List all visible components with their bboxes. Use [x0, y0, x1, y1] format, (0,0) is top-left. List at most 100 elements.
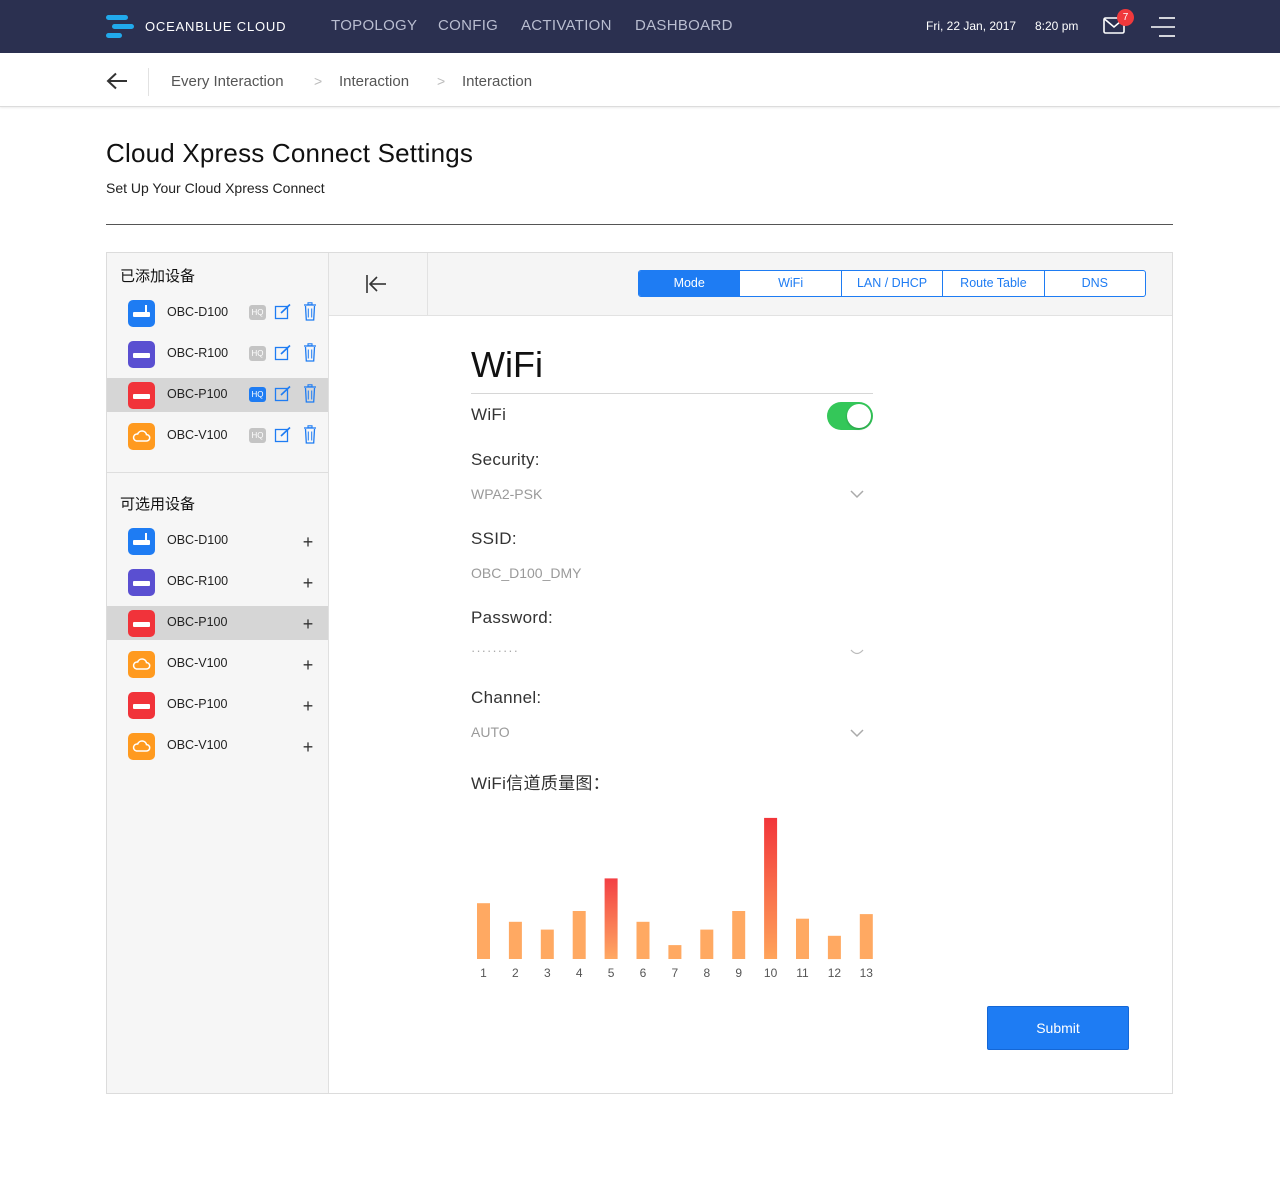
- chart-tick-label: 7: [672, 966, 679, 980]
- nav-tab-topology[interactable]: TOPOLOGY: [331, 17, 417, 34]
- trash-icon[interactable]: [303, 384, 317, 403]
- chart-tick-label: 13: [860, 966, 874, 980]
- edit-icon[interactable]: [274, 426, 292, 444]
- notification-badge[interactable]: 7: [1117, 9, 1134, 26]
- added-device-item[interactable]: OBC-P100 HQ: [107, 378, 328, 412]
- page-subtitle: Set Up Your Cloud Xpress Connect: [106, 180, 325, 196]
- submit-button[interactable]: Submit: [987, 1006, 1129, 1050]
- chart-tick-label: 6: [640, 966, 647, 980]
- chart-bar: [700, 929, 714, 959]
- tab-route-table[interactable]: Route Table: [942, 271, 1043, 296]
- available-device-item[interactable]: OBC-P100 +: [107, 688, 328, 722]
- hq-badge[interactable]: HQ: [249, 305, 266, 320]
- added-device-item[interactable]: OBC-V100 HQ: [107, 419, 328, 453]
- edit-icon[interactable]: [274, 344, 292, 362]
- current-date: Fri, 22 Jan, 2017: [926, 19, 1017, 33]
- chart-tick-label: 5: [608, 966, 615, 980]
- available-device-item[interactable]: OBC-R100 +: [107, 565, 328, 599]
- device-name: OBC-R100: [167, 574, 229, 588]
- breadcrumb-item-3[interactable]: Interaction: [462, 73, 532, 90]
- added-device-item[interactable]: OBC-R100 HQ: [107, 337, 328, 371]
- chart-tick-label: 12: [828, 966, 842, 980]
- ssid-input[interactable]: OBC_D100_DMY: [471, 565, 582, 581]
- cloud-icon: [128, 423, 155, 450]
- chevron-down-icon[interactable]: [850, 490, 864, 499]
- device-name: OBC-P100: [167, 697, 228, 711]
- menu-icon[interactable]: [1151, 16, 1175, 38]
- oceanblue-logo-icon[interactable]: [106, 15, 134, 39]
- nav-tab-dashboard[interactable]: DASHBOARD: [635, 17, 733, 34]
- nav-tab-config[interactable]: CONFIG: [438, 17, 498, 34]
- tab-lan-dhcp[interactable]: LAN / DHCP: [840, 271, 942, 296]
- added-devices-heading: 已添加设备: [120, 268, 196, 285]
- trash-icon[interactable]: [303, 425, 317, 444]
- firewall-icon: [128, 610, 155, 637]
- chart-bar: [636, 921, 650, 959]
- breadcrumb-separator-icon: >: [314, 73, 323, 89]
- breadcrumb-item-1[interactable]: Every Interaction: [171, 73, 284, 90]
- channel-label: Channel:: [471, 688, 542, 707]
- chart-tick-label: 11: [796, 966, 809, 980]
- firewall-icon: [128, 382, 155, 409]
- form-title: WiFi: [471, 344, 543, 385]
- available-device-item[interactable]: OBC-V100 +: [107, 647, 328, 681]
- wifi-toggle[interactable]: [827, 402, 873, 430]
- add-device-button[interactable]: +: [299, 696, 317, 717]
- security-label: Security:: [471, 450, 540, 469]
- show-password-icon[interactable]: [850, 649, 864, 655]
- collapse-sidebar-icon[interactable]: [365, 273, 387, 295]
- device-name: OBC-V100: [167, 738, 228, 752]
- security-select[interactable]: WPA2-PSK: [471, 486, 542, 502]
- settings-panel: 已添加设备 OBC-D100 HQ OBC-R100 HQ OBC-P100 HQ OBC-…: [106, 252, 1173, 1094]
- hq-badge[interactable]: HQ: [249, 387, 266, 402]
- config-tab-group: Mode WiFi LAN / DHCP Route Table DNS: [638, 270, 1146, 297]
- cloud-icon: [128, 651, 155, 678]
- chart-bar: [859, 914, 873, 959]
- device-name: OBC-D100: [167, 305, 229, 319]
- breadcrumb-divider: [148, 68, 149, 96]
- channel-quality-label: WiFi信道质量图：: [471, 774, 610, 793]
- top-nav-bar: OCEANBLUE CLOUD TOPOLOGY CONFIG ACTIVATI…: [0, 0, 1280, 53]
- available-device-item[interactable]: OBC-P100 +: [107, 606, 328, 640]
- tab-wifi[interactable]: WiFi: [739, 271, 840, 296]
- chart-tick-label: 1: [480, 966, 487, 980]
- trash-icon[interactable]: [303, 343, 317, 362]
- back-arrow-icon[interactable]: [106, 72, 128, 90]
- password-input[interactable]: ·········: [471, 643, 519, 658]
- channel-select[interactable]: AUTO: [471, 724, 510, 740]
- wifi-label: WiFi: [471, 405, 507, 424]
- chevron-down-icon[interactable]: [850, 729, 864, 738]
- add-device-button[interactable]: +: [299, 614, 317, 635]
- chart-bar: [796, 918, 809, 959]
- chart-bar: [540, 929, 554, 959]
- brand-name[interactable]: OCEANBLUE CLOUD: [145, 19, 286, 34]
- switch-icon: [128, 341, 155, 368]
- page-title: Cloud Xpress Connect Settings: [106, 138, 474, 168]
- add-device-button[interactable]: +: [299, 532, 317, 553]
- tab-mode[interactable]: Mode: [639, 271, 740, 296]
- chart-bar: [572, 911, 586, 959]
- edit-icon[interactable]: [274, 385, 292, 403]
- chart-bar: [508, 921, 522, 959]
- ssid-label: SSID:: [471, 529, 517, 548]
- header-divider: [427, 253, 428, 316]
- hq-badge[interactable]: HQ: [249, 346, 266, 361]
- added-device-item[interactable]: OBC-D100 HQ: [107, 296, 328, 330]
- chart-tick-label: 8: [703, 966, 710, 980]
- edit-icon[interactable]: [274, 303, 292, 321]
- current-time: 8:20 pm: [1035, 19, 1079, 33]
- breadcrumb-item-2[interactable]: Interaction: [339, 73, 409, 90]
- available-device-item[interactable]: OBC-D100 +: [107, 524, 328, 558]
- add-device-button[interactable]: +: [299, 655, 317, 676]
- add-device-button[interactable]: +: [299, 737, 317, 758]
- device-name: OBC-V100: [167, 656, 228, 670]
- nav-tab-activation[interactable]: ACTIVATION: [521, 17, 612, 34]
- hq-badge[interactable]: HQ: [249, 428, 266, 443]
- tab-dns[interactable]: DNS: [1043, 271, 1145, 296]
- trash-icon[interactable]: [303, 302, 317, 321]
- sidebar-divider: [107, 472, 328, 473]
- available-devices-heading: 可选用设备: [120, 496, 196, 513]
- form-divider: [471, 393, 873, 394]
- add-device-button[interactable]: +: [299, 573, 317, 594]
- available-device-item[interactable]: OBC-V100 +: [107, 729, 328, 763]
